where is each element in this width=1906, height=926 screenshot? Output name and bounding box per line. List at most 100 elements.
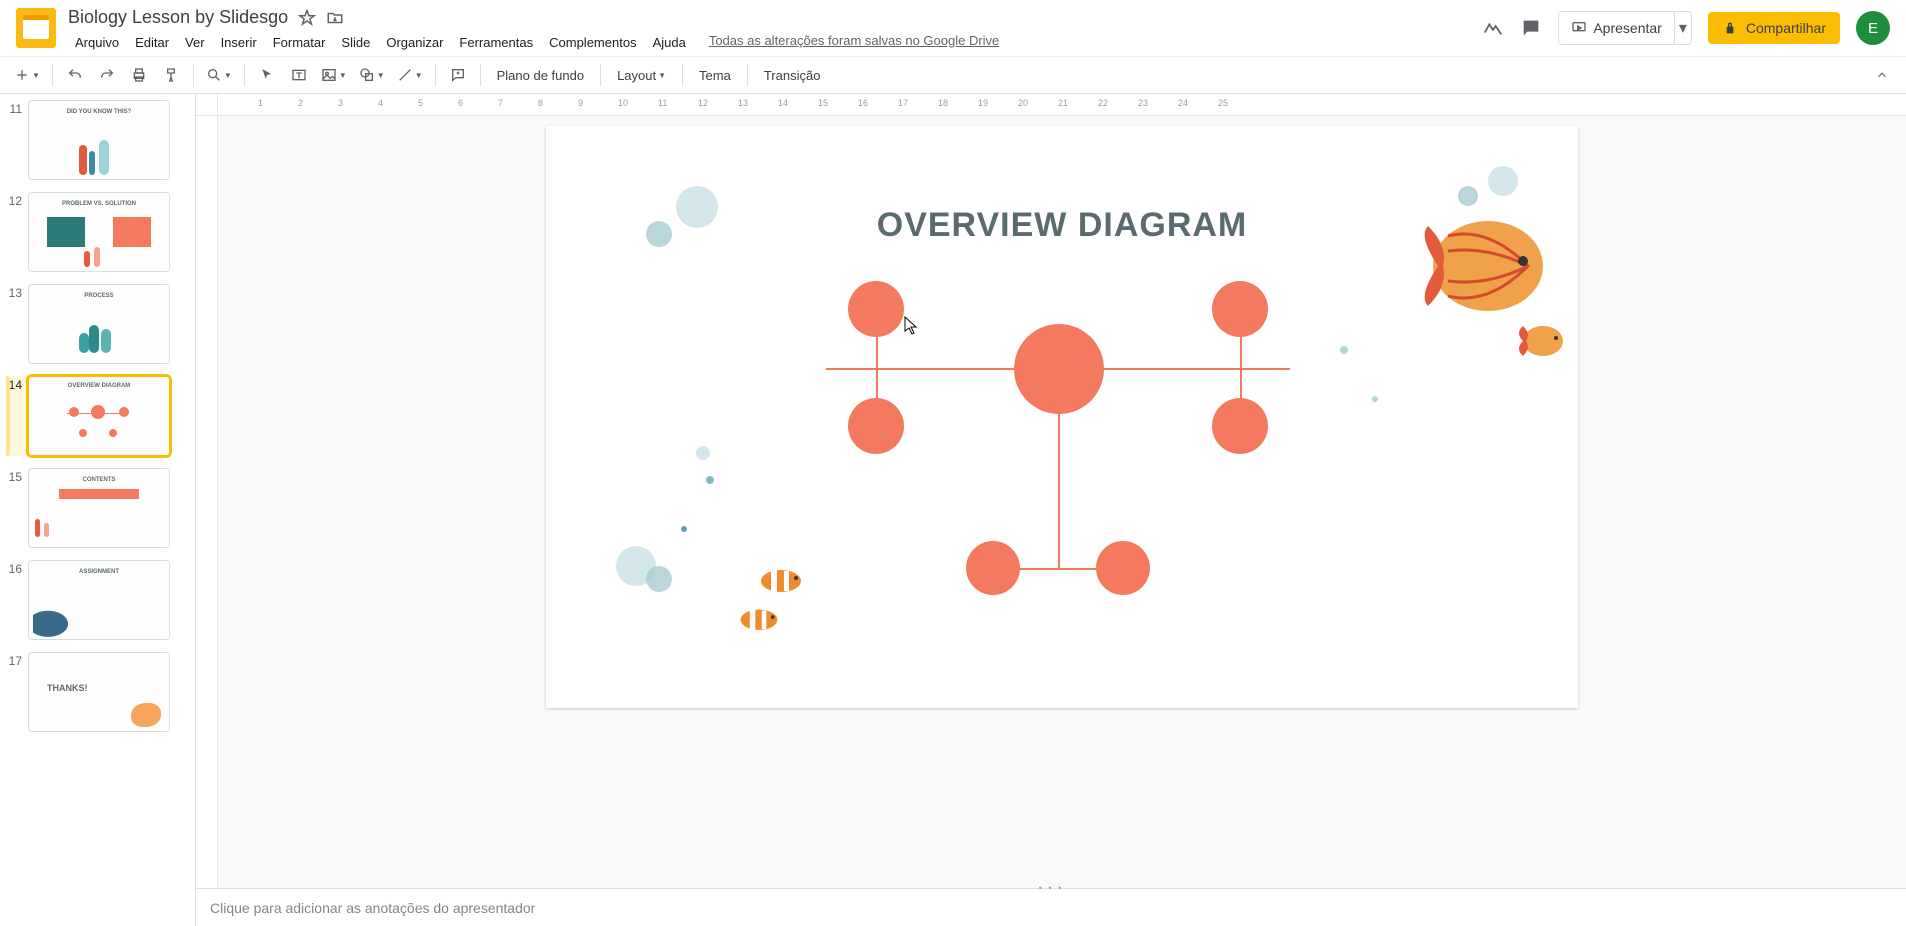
menu-editar[interactable]: Editar bbox=[128, 33, 176, 52]
star-icon[interactable] bbox=[298, 9, 316, 27]
slide-thumbnail-17[interactable]: THANKS! bbox=[28, 652, 170, 732]
transition-button[interactable]: Transição bbox=[756, 61, 829, 89]
ruler-row: 1 2 3 4 5 6 7 8 9 10 11 12 13 14 15 16 1… bbox=[196, 94, 1906, 116]
notes-placeholder: Clique para adicionar as anotações do ap… bbox=[210, 900, 535, 916]
vertical-ruler[interactable] bbox=[196, 116, 218, 888]
menu-arquivo[interactable]: Arquivo bbox=[68, 33, 126, 52]
slide-canvas[interactable]: OVERVIEW DIAGRAM bbox=[546, 126, 1578, 708]
ruler-tick: 16 bbox=[858, 98, 868, 108]
slide-thumbnail-14[interactable]: OVERVIEW DIAGRAM bbox=[28, 376, 170, 456]
menu-formatar[interactable]: Formatar bbox=[266, 33, 333, 52]
bubble-decoration bbox=[646, 221, 672, 247]
redo-button[interactable] bbox=[93, 61, 121, 89]
shape-tool[interactable]: ▼ bbox=[355, 61, 389, 89]
diagram-node[interactable] bbox=[1212, 281, 1268, 337]
undo-button[interactable] bbox=[61, 61, 89, 89]
title-area: Biology Lesson by Slidesgo Arquivo Edita… bbox=[68, 5, 1482, 52]
ruler-tick: 21 bbox=[1058, 98, 1068, 108]
bubble-decoration bbox=[706, 476, 714, 484]
ruler-tick: 22 bbox=[1098, 98, 1108, 108]
ruler-tick: 8 bbox=[538, 98, 543, 108]
background-button[interactable]: Plano de fundo bbox=[489, 61, 592, 89]
print-button[interactable] bbox=[125, 61, 153, 89]
document-title[interactable]: Biology Lesson by Slidesgo bbox=[68, 7, 288, 28]
slide-thumbnail-12[interactable]: PROBLEM VS. SOLUTION bbox=[28, 192, 170, 272]
bubble-decoration bbox=[646, 566, 672, 592]
horizontal-ruler[interactable]: 1 2 3 4 5 6 7 8 9 10 11 12 13 14 15 16 1… bbox=[218, 94, 1906, 115]
slide-title[interactable]: OVERVIEW DIAGRAM bbox=[877, 206, 1248, 245]
menu-organizar[interactable]: Organizar bbox=[379, 33, 450, 52]
canvas-area: 1 2 3 4 5 6 7 8 9 10 11 12 13 14 15 16 1… bbox=[196, 94, 1906, 926]
speaker-notes[interactable]: • • • Clique para adicionar as anotações… bbox=[196, 888, 1906, 926]
bubble-decoration bbox=[1340, 346, 1348, 354]
collapse-menu-button[interactable] bbox=[1868, 61, 1896, 89]
ruler-tick: 7 bbox=[498, 98, 503, 108]
bubble-decoration bbox=[1488, 166, 1518, 196]
ruler-tick: 23 bbox=[1138, 98, 1148, 108]
share-button[interactable]: Compartilhar bbox=[1708, 12, 1840, 44]
present-dropdown[interactable]: ▾ bbox=[1675, 11, 1692, 45]
thumb-row: 17 THANKS! bbox=[6, 652, 195, 732]
toolbar: ▼ ▼ ▼ ▼ ▼ Plano de fundo Layout▼ Tema Tr… bbox=[0, 56, 1906, 94]
ruler-tick: 2 bbox=[298, 98, 303, 108]
ruler-tick: 18 bbox=[938, 98, 948, 108]
diagram-node[interactable] bbox=[848, 281, 904, 337]
zoom-button[interactable]: ▼ bbox=[202, 61, 236, 89]
ruler-corner bbox=[196, 94, 218, 115]
diagram-node[interactable] bbox=[848, 398, 904, 454]
thumb-number: 17 bbox=[6, 652, 28, 668]
theme-button[interactable]: Tema bbox=[691, 61, 739, 89]
diagram-node[interactable] bbox=[1096, 541, 1150, 595]
diagram-node[interactable] bbox=[966, 541, 1020, 595]
ruler-tick: 12 bbox=[698, 98, 708, 108]
activity-icon[interactable] bbox=[1482, 17, 1504, 39]
clownfish-decoration bbox=[736, 606, 782, 634]
slides-logo[interactable] bbox=[16, 8, 56, 48]
thumb-caption: PROBLEM VS. SOLUTION bbox=[29, 201, 169, 207]
diagram-node[interactable] bbox=[1212, 398, 1268, 454]
menu-inserir[interactable]: Inserir bbox=[214, 33, 264, 52]
menu-ajuda[interactable]: Ajuda bbox=[646, 33, 693, 52]
layout-button[interactable]: Layout▼ bbox=[609, 61, 674, 89]
slide-stage[interactable]: OVERVIEW DIAGRAM bbox=[218, 116, 1906, 888]
thumb-row: 15 CONTENTS bbox=[6, 468, 195, 548]
move-folder-icon[interactable] bbox=[326, 9, 344, 27]
paint-format-button[interactable] bbox=[157, 61, 185, 89]
slide-thumbnail-15[interactable]: CONTENTS bbox=[28, 468, 170, 548]
thumb-caption: DID YOU KNOW THIS? bbox=[29, 109, 169, 115]
fish-decoration bbox=[1518, 321, 1568, 361]
layout-label: Layout bbox=[617, 68, 656, 83]
slide-thumbnail-16[interactable]: ASSIGNMENT bbox=[28, 560, 170, 640]
thumb-caption: THANKS! bbox=[47, 683, 88, 693]
slide-thumbnail-13[interactable]: PROCESS bbox=[28, 284, 170, 364]
menu-ver[interactable]: Ver bbox=[178, 33, 212, 52]
bubble-decoration bbox=[681, 526, 687, 532]
notes-drag-handle[interactable]: • • • bbox=[1039, 883, 1063, 893]
menu-ferramentas[interactable]: Ferramentas bbox=[452, 33, 540, 52]
present-label: Apresentar bbox=[1593, 20, 1661, 36]
line-tool[interactable]: ▼ bbox=[393, 61, 427, 89]
ruler-tick: 24 bbox=[1178, 98, 1188, 108]
ruler-tick: 14 bbox=[778, 98, 788, 108]
present-button[interactable]: Apresentar bbox=[1558, 11, 1674, 45]
thumb-number: 12 bbox=[6, 192, 28, 208]
slide-thumbnail-11[interactable]: DID YOU KNOW THIS? bbox=[28, 100, 170, 180]
header-actions: Apresentar ▾ Compartilhar E bbox=[1482, 11, 1890, 45]
slide-panel[interactable]: 11 DID YOU KNOW THIS? 12 PROBLEM VS. SOL… bbox=[0, 94, 196, 926]
image-tool[interactable]: ▼ bbox=[317, 61, 351, 89]
textbox-tool[interactable] bbox=[285, 61, 313, 89]
ruler-tick: 9 bbox=[578, 98, 583, 108]
save-status[interactable]: Todas as alterações foram salvas no Goog… bbox=[709, 33, 999, 52]
comment-button[interactable] bbox=[444, 61, 472, 89]
comments-icon[interactable] bbox=[1520, 17, 1542, 39]
diagram-node-center[interactable] bbox=[1014, 324, 1104, 414]
bubble-decoration bbox=[676, 186, 718, 228]
ruler-tick: 19 bbox=[978, 98, 988, 108]
ruler-tick: 1 bbox=[258, 98, 263, 108]
new-slide-button[interactable]: ▼ bbox=[10, 61, 44, 89]
select-tool[interactable] bbox=[253, 61, 281, 89]
account-avatar[interactable]: E bbox=[1856, 11, 1890, 45]
menu-slide[interactable]: Slide bbox=[334, 33, 377, 52]
main: 11 DID YOU KNOW THIS? 12 PROBLEM VS. SOL… bbox=[0, 94, 1906, 926]
menu-complementos[interactable]: Complementos bbox=[542, 33, 643, 52]
